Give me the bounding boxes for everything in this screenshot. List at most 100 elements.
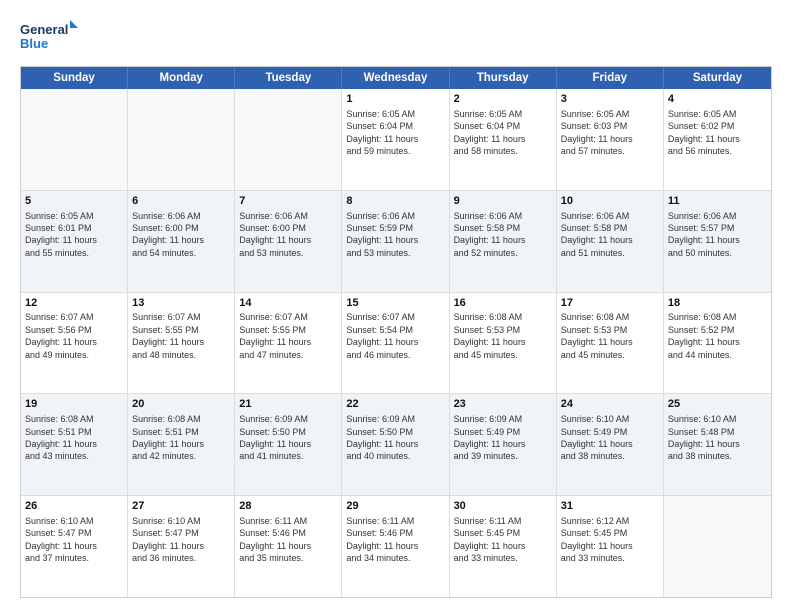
calendar-cell: 26Sunrise: 6:10 AMSunset: 5:47 PMDayligh… — [21, 496, 128, 597]
calendar-cell: 24Sunrise: 6:10 AMSunset: 5:49 PMDayligh… — [557, 394, 664, 495]
sun-info: Sunrise: 6:08 AMSunset: 5:53 PMDaylight:… — [561, 311, 659, 361]
calendar-cell: 5Sunrise: 6:05 AMSunset: 6:01 PMDaylight… — [21, 191, 128, 292]
sun-info: Sunrise: 6:07 AMSunset: 5:55 PMDaylight:… — [132, 311, 230, 361]
day-number: 25 — [668, 397, 767, 412]
weekday-header: Monday — [128, 67, 235, 89]
day-number: 26 — [25, 499, 123, 514]
day-number: 5 — [25, 194, 123, 209]
calendar-cell — [128, 89, 235, 190]
day-number: 29 — [346, 499, 444, 514]
svg-text:General: General — [20, 22, 68, 37]
day-number: 16 — [454, 296, 552, 311]
sun-info: Sunrise: 6:06 AMSunset: 5:58 PMDaylight:… — [454, 210, 552, 260]
day-number: 2 — [454, 92, 552, 107]
sun-info: Sunrise: 6:08 AMSunset: 5:51 PMDaylight:… — [25, 413, 123, 463]
weekday-header: Thursday — [450, 67, 557, 89]
calendar-cell: 12Sunrise: 6:07 AMSunset: 5:56 PMDayligh… — [21, 293, 128, 394]
calendar-cell: 7Sunrise: 6:06 AMSunset: 6:00 PMDaylight… — [235, 191, 342, 292]
calendar-cell: 2Sunrise: 6:05 AMSunset: 6:04 PMDaylight… — [450, 89, 557, 190]
sun-info: Sunrise: 6:05 AMSunset: 6:03 PMDaylight:… — [561, 108, 659, 158]
calendar-cell — [664, 496, 771, 597]
sun-info: Sunrise: 6:10 AMSunset: 5:48 PMDaylight:… — [668, 413, 767, 463]
day-number: 24 — [561, 397, 659, 412]
sun-info: Sunrise: 6:07 AMSunset: 5:55 PMDaylight:… — [239, 311, 337, 361]
day-number: 22 — [346, 397, 444, 412]
calendar-cell: 11Sunrise: 6:06 AMSunset: 5:57 PMDayligh… — [664, 191, 771, 292]
logo-icon: General Blue — [20, 18, 80, 58]
calendar-row: 5Sunrise: 6:05 AMSunset: 6:01 PMDaylight… — [21, 190, 771, 292]
calendar-cell: 23Sunrise: 6:09 AMSunset: 5:49 PMDayligh… — [450, 394, 557, 495]
sun-info: Sunrise: 6:08 AMSunset: 5:53 PMDaylight:… — [454, 311, 552, 361]
calendar-cell — [21, 89, 128, 190]
sun-info: Sunrise: 6:11 AMSunset: 5:46 PMDaylight:… — [239, 515, 337, 565]
day-number: 12 — [25, 296, 123, 311]
day-number: 23 — [454, 397, 552, 412]
sun-info: Sunrise: 6:06 AMSunset: 5:58 PMDaylight:… — [561, 210, 659, 260]
sun-info: Sunrise: 6:10 AMSunset: 5:47 PMDaylight:… — [25, 515, 123, 565]
sun-info: Sunrise: 6:06 AMSunset: 6:00 PMDaylight:… — [239, 210, 337, 260]
calendar: SundayMondayTuesdayWednesdayThursdayFrid… — [20, 66, 772, 598]
calendar-cell: 4Sunrise: 6:05 AMSunset: 6:02 PMDaylight… — [664, 89, 771, 190]
day-number: 1 — [346, 92, 444, 107]
calendar-row: 12Sunrise: 6:07 AMSunset: 5:56 PMDayligh… — [21, 292, 771, 394]
day-number: 19 — [25, 397, 123, 412]
calendar-cell: 20Sunrise: 6:08 AMSunset: 5:51 PMDayligh… — [128, 394, 235, 495]
day-number: 11 — [668, 194, 767, 209]
weekday-header: Saturday — [664, 67, 771, 89]
calendar-cell: 30Sunrise: 6:11 AMSunset: 5:45 PMDayligh… — [450, 496, 557, 597]
day-number: 14 — [239, 296, 337, 311]
day-number: 4 — [668, 92, 767, 107]
calendar-cell: 19Sunrise: 6:08 AMSunset: 5:51 PMDayligh… — [21, 394, 128, 495]
calendar-cell: 15Sunrise: 6:07 AMSunset: 5:54 PMDayligh… — [342, 293, 449, 394]
sun-info: Sunrise: 6:05 AMSunset: 6:01 PMDaylight:… — [25, 210, 123, 260]
sun-info: Sunrise: 6:05 AMSunset: 6:02 PMDaylight:… — [668, 108, 767, 158]
calendar-cell: 27Sunrise: 6:10 AMSunset: 5:47 PMDayligh… — [128, 496, 235, 597]
sun-info: Sunrise: 6:06 AMSunset: 5:59 PMDaylight:… — [346, 210, 444, 260]
sun-info: Sunrise: 6:07 AMSunset: 5:56 PMDaylight:… — [25, 311, 123, 361]
sun-info: Sunrise: 6:10 AMSunset: 5:49 PMDaylight:… — [561, 413, 659, 463]
day-number: 8 — [346, 194, 444, 209]
sun-info: Sunrise: 6:08 AMSunset: 5:51 PMDaylight:… — [132, 413, 230, 463]
calendar-cell: 28Sunrise: 6:11 AMSunset: 5:46 PMDayligh… — [235, 496, 342, 597]
weekday-header: Sunday — [21, 67, 128, 89]
day-number: 15 — [346, 296, 444, 311]
calendar-cell: 13Sunrise: 6:07 AMSunset: 5:55 PMDayligh… — [128, 293, 235, 394]
calendar-cell: 29Sunrise: 6:11 AMSunset: 5:46 PMDayligh… — [342, 496, 449, 597]
calendar-cell: 18Sunrise: 6:08 AMSunset: 5:52 PMDayligh… — [664, 293, 771, 394]
calendar-cell: 8Sunrise: 6:06 AMSunset: 5:59 PMDaylight… — [342, 191, 449, 292]
calendar-cell: 10Sunrise: 6:06 AMSunset: 5:58 PMDayligh… — [557, 191, 664, 292]
sun-info: Sunrise: 6:07 AMSunset: 5:54 PMDaylight:… — [346, 311, 444, 361]
calendar-cell: 31Sunrise: 6:12 AMSunset: 5:45 PMDayligh… — [557, 496, 664, 597]
svg-text:Blue: Blue — [20, 36, 48, 51]
sun-info: Sunrise: 6:11 AMSunset: 5:45 PMDaylight:… — [454, 515, 552, 565]
day-number: 9 — [454, 194, 552, 209]
day-number: 18 — [668, 296, 767, 311]
weekday-header: Friday — [557, 67, 664, 89]
weekday-header: Tuesday — [235, 67, 342, 89]
calendar-row: 26Sunrise: 6:10 AMSunset: 5:47 PMDayligh… — [21, 495, 771, 597]
calendar-cell: 3Sunrise: 6:05 AMSunset: 6:03 PMDaylight… — [557, 89, 664, 190]
day-number: 6 — [132, 194, 230, 209]
sun-info: Sunrise: 6:09 AMSunset: 5:49 PMDaylight:… — [454, 413, 552, 463]
calendar-cell: 9Sunrise: 6:06 AMSunset: 5:58 PMDaylight… — [450, 191, 557, 292]
calendar-cell — [235, 89, 342, 190]
weekday-header: Wednesday — [342, 67, 449, 89]
day-number: 20 — [132, 397, 230, 412]
sun-info: Sunrise: 6:05 AMSunset: 6:04 PMDaylight:… — [454, 108, 552, 158]
calendar-cell: 17Sunrise: 6:08 AMSunset: 5:53 PMDayligh… — [557, 293, 664, 394]
sun-info: Sunrise: 6:11 AMSunset: 5:46 PMDaylight:… — [346, 515, 444, 565]
logo: General Blue — [20, 18, 80, 58]
sun-info: Sunrise: 6:05 AMSunset: 6:04 PMDaylight:… — [346, 108, 444, 158]
sun-info: Sunrise: 6:12 AMSunset: 5:45 PMDaylight:… — [561, 515, 659, 565]
sun-info: Sunrise: 6:06 AMSunset: 6:00 PMDaylight:… — [132, 210, 230, 260]
day-number: 7 — [239, 194, 337, 209]
day-number: 10 — [561, 194, 659, 209]
calendar-header: SundayMondayTuesdayWednesdayThursdayFrid… — [21, 67, 771, 89]
day-number: 17 — [561, 296, 659, 311]
calendar-cell: 21Sunrise: 6:09 AMSunset: 5:50 PMDayligh… — [235, 394, 342, 495]
calendar-cell: 22Sunrise: 6:09 AMSunset: 5:50 PMDayligh… — [342, 394, 449, 495]
calendar-cell: 16Sunrise: 6:08 AMSunset: 5:53 PMDayligh… — [450, 293, 557, 394]
sun-info: Sunrise: 6:09 AMSunset: 5:50 PMDaylight:… — [239, 413, 337, 463]
sun-info: Sunrise: 6:10 AMSunset: 5:47 PMDaylight:… — [132, 515, 230, 565]
calendar-cell: 1Sunrise: 6:05 AMSunset: 6:04 PMDaylight… — [342, 89, 449, 190]
